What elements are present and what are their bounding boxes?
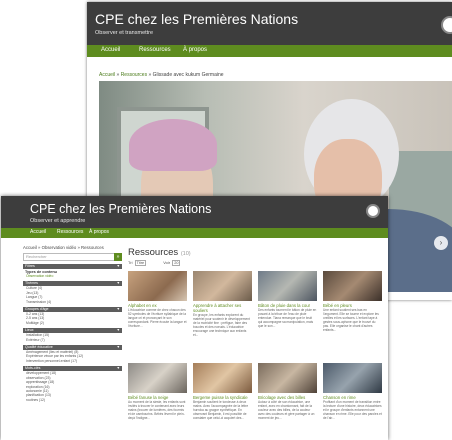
filter-item[interactable]: routines (12) (23, 398, 122, 402)
site-title[interactable]: CPE chez les Premières Nations (95, 11, 298, 27)
video-thumbnail[interactable] (258, 271, 317, 301)
search-button[interactable]: » (114, 253, 122, 261)
page-title: Ressources (10) (128, 247, 386, 258)
site-header: CPE chez les Premières Nations Observer … (87, 2, 452, 45)
filter-group-title: Groupes d'âge (25, 307, 49, 312)
resource-card[interactable]: Bébé en pleurs Une enfant soutient ses b… (323, 271, 382, 332)
chevron-down-icon: ▼ (116, 328, 120, 333)
video-thumbnail[interactable] (323, 271, 382, 301)
result-count: (10) (180, 251, 191, 257)
nav-resources[interactable]: Ressources (139, 47, 171, 53)
sort-label: Tri (128, 260, 133, 265)
child-hat (129, 119, 217, 171)
filter-header[interactable]: Filtres ▼ (23, 264, 122, 269)
sort-select[interactable]: Titre (134, 260, 147, 266)
filter-item[interactable]: Transmission (4) (23, 300, 122, 304)
site-tagline: Observer et apprendre (30, 218, 86, 224)
breadcrumb[interactable]: Accueil » Observation vidéo » Ressources (23, 245, 122, 250)
resource-card[interactable]: Bergeme puisse la syndicale Benjamin sou… (193, 363, 252, 421)
filter-item[interactable]: Intervention personnel-enfant (17) (23, 359, 122, 363)
filter-block: Mots-clés ▼ développement (18) observatio… (23, 366, 122, 402)
resource-description: Des enfants tournent le bâton de pluie e… (258, 308, 317, 328)
site-header: CPE chez les Premières Nations Observer … (1, 196, 388, 228)
nav-about[interactable]: À propos (89, 229, 109, 235)
main-nav: Accueil Ressources À propos (87, 45, 452, 57)
filter-block: Filtres ▼ Types de contenu Observation vi… (23, 264, 122, 278)
resource-description: Benjamin soutient le tondeuse à deux mai… (193, 400, 249, 420)
chevron-down-icon: ▼ (116, 307, 120, 312)
search-input[interactable]: Rechercher » (23, 253, 122, 261)
filter-group-header[interactable]: Mots-clés ▼ (23, 366, 122, 372)
video-thumbnail[interactable] (193, 363, 252, 393)
resource-card[interactable]: Alphabet en ex L'éducatrice comme de che… (128, 271, 187, 329)
chevron-down-icon: ▼ (116, 281, 120, 286)
resource-description: Au moment de la sieste, les enfants sont… (128, 400, 186, 420)
video-thumbnail[interactable] (128, 363, 187, 393)
nav-home[interactable]: Accueil (101, 47, 120, 53)
resource-card[interactable]: Apprendre à attacher ses souliers En gro… (193, 271, 252, 337)
carousel-next-icon[interactable]: › (434, 236, 448, 250)
chevron-down-icon: ▼ (116, 345, 120, 350)
logo-icon[interactable] (441, 16, 452, 34)
filter-group-header[interactable]: Groupes d'âge ▼ (23, 307, 122, 313)
video-thumbnail[interactable] (323, 363, 382, 393)
video-thumbnail[interactable] (128, 271, 187, 301)
nav-about[interactable]: À propos (183, 47, 207, 53)
site-tagline: Observer et transmettre (95, 30, 154, 36)
logo-icon[interactable] (366, 204, 380, 218)
list-controls: Tri Titre Voir 20 (128, 260, 386, 267)
foreground-window: CPE chez les Premières Nations Observer … (1, 196, 388, 440)
chevron-down-icon: ▼ (116, 264, 120, 268)
filter-group-header[interactable]: Qualité éducative ▼ (23, 345, 122, 351)
filter-block: Groupes d'âge ▼ 0-2 ans (13) 2-5 ans (13)… (23, 307, 122, 325)
filter-block: Thèmes ▼ Culture (4) Jeu (13) Langue (7) … (23, 281, 122, 304)
resource-title[interactable]: Apprendre à attacher ses souliers (193, 303, 252, 313)
filter-group-title: Thèmes (25, 281, 38, 286)
site-title[interactable]: CPE chez les Premières Nations (30, 202, 211, 216)
filter-header-label: Filtres (25, 264, 35, 268)
page-title-text: Ressources (128, 247, 179, 258)
resource-card[interactable]: Chanson en rime Profitant d'un moment de… (323, 363, 382, 421)
resources-main: Ressources (10) Tri Titre Voir 20 Alphab… (128, 247, 386, 420)
filter-group-title: Lieux (25, 328, 34, 333)
nav-resources[interactable]: Ressources (57, 229, 83, 235)
filter-group-header[interactable]: Thèmes ▼ (23, 281, 122, 287)
resource-description: En groupe, les enfants explorent du maté… (193, 313, 250, 337)
resource-card[interactable]: Bébé fanuse la neige Au moment de la sie… (128, 363, 187, 421)
resource-card[interactable]: Bricolage avec des billes Autour à côté … (258, 363, 317, 421)
video-thumbnail[interactable] (193, 271, 252, 301)
show-label: Voir (163, 260, 171, 265)
breadcrumb: Accueil » Ressources » Glissade avec kuk… (99, 72, 224, 78)
filter-block: Qualité éducative ▼ Aménagement (lieu et … (23, 345, 122, 363)
breadcrumb-resources[interactable]: Ressources (121, 72, 147, 78)
breadcrumb-current: Glissade avec kukum Germaine (152, 72, 224, 78)
filter-block: Lieux ▼ Installation (15) Extérieur (7) (23, 328, 122, 342)
main-nav: Accueil Ressources À propos (1, 228, 388, 238)
breadcrumb-home[interactable]: Accueil (99, 72, 115, 78)
resource-description: Profitant d'un moment de transition entr… (323, 400, 382, 420)
filter-item[interactable]: Multiâge (2) (23, 321, 122, 325)
nav-home[interactable]: Accueil (30, 229, 46, 235)
filter-item[interactable]: Extérieur (7) (23, 338, 122, 342)
sidebar: Accueil » Observation vidéo » Ressources… (23, 245, 122, 402)
chevron-down-icon: ▼ (116, 366, 120, 371)
resource-card[interactable]: Bâton de pluie dans la cour Des enfants … (258, 271, 317, 329)
search-placeholder: Rechercher (26, 254, 47, 259)
video-thumbnail[interactable] (258, 363, 317, 393)
resource-description: L'éducatrice comme de chez chacun des 52… (128, 308, 187, 328)
page-size-select[interactable]: 20 (172, 260, 181, 266)
filter-group-header[interactable]: Lieux ▼ (23, 328, 122, 334)
resource-description: Une enfant soutient ses bas en l'argumen… (323, 308, 379, 332)
filter-item[interactable]: Observation vidéo (23, 274, 122, 278)
filter-group-title: Qualité éducative (25, 345, 53, 350)
filter-group-title: Mots-clés (25, 366, 41, 371)
resource-description: Autour à côté de son éducatrice, une enf… (258, 400, 315, 420)
